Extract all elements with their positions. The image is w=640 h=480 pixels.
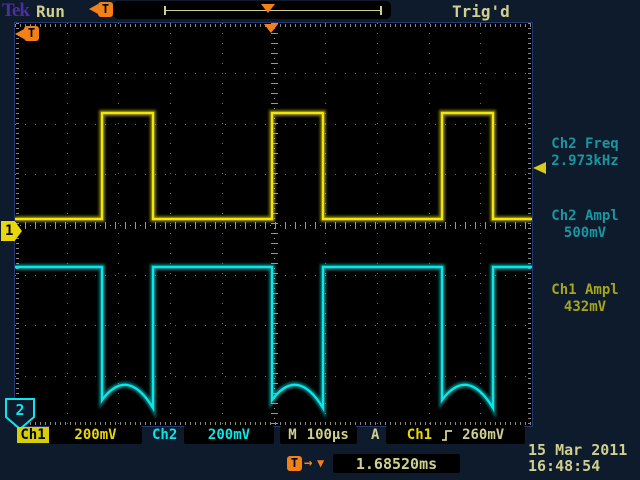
- ch2-marker-label: 2: [15, 401, 24, 419]
- ch1-channel-badge: Ch1: [17, 427, 49, 443]
- delay-time-value: 1.68520ms: [356, 455, 437, 473]
- measurement-ch2-freq: Ch2 Freq 2.973kHz: [530, 136, 640, 170]
- tek-logo: Tek: [2, 0, 29, 22]
- timebase-label: M: [288, 427, 296, 443]
- acquisition-status: Run: [36, 2, 65, 21]
- delay-triangle-icon: ▼: [317, 456, 324, 470]
- timebase-value: 100µs: [307, 427, 349, 443]
- delay-marker-badge: T: [287, 456, 302, 471]
- delay-time-readout: 1.68520ms: [333, 454, 460, 473]
- record-left-bracket: [164, 6, 166, 15]
- measurement-label: Ch1 Ampl: [530, 282, 640, 299]
- measurement-label: Ch2 Ampl: [530, 208, 640, 225]
- timebase-readout: M 100µs: [280, 426, 357, 444]
- trigger-source: Ch1: [407, 427, 432, 443]
- measurement-value: 500mV: [530, 225, 640, 242]
- ch2-channel-label: Ch2: [152, 427, 177, 443]
- trigger-time-badge: T: [24, 26, 39, 41]
- trigger-position-icon: [264, 24, 278, 33]
- measurement-value: 432mV: [530, 299, 640, 316]
- measurement-ch1-ampl: Ch1 Ampl 432mV: [530, 282, 640, 316]
- trigger-marker-icon: T: [98, 2, 113, 17]
- waveform-display: [15, 23, 532, 426]
- measurement-ch2-ampl: Ch2 Ampl 500mV: [530, 208, 640, 242]
- trigger-mode-label: A: [371, 427, 379, 443]
- record-view-bar: [113, 1, 391, 19]
- time-readout: 16:48:54: [528, 457, 600, 475]
- graticule: T: [14, 22, 533, 427]
- measurement-label: Ch2 Freq: [530, 136, 640, 153]
- record-right-bracket: [380, 6, 382, 15]
- trigger-readout: Ch1 260mV: [386, 426, 525, 444]
- ch2-scale-readout: 200mV: [184, 426, 274, 444]
- rising-edge-icon: [441, 429, 453, 442]
- trigger-time-arrow-icon: [15, 29, 24, 39]
- measurement-value: 2.973kHz: [530, 153, 640, 170]
- ch1-scale-readout: 200mV: [49, 426, 142, 444]
- record-trigger-position-icon: [261, 4, 275, 13]
- trigger-level-value: 260mV: [462, 427, 504, 443]
- trigger-offscreen-arrow-icon: [89, 4, 98, 14]
- delay-arrow-icon: →: [304, 455, 312, 471]
- trigger-status: Trig'd: [452, 2, 510, 21]
- ch1-trace-glow: [15, 113, 532, 219]
- oscilloscope-screen: Tek Run T Trig'd T 1 2 Ch2 Freq 2: [0, 0, 640, 480]
